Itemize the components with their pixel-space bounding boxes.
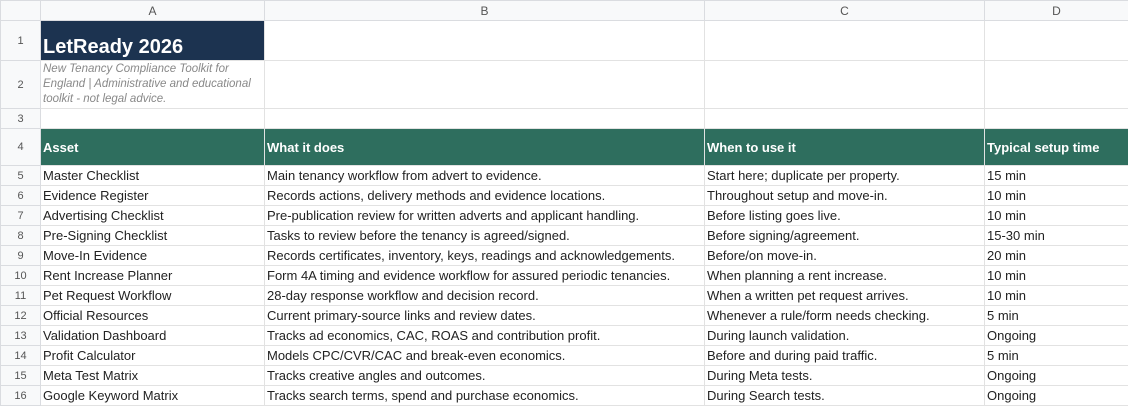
cell[interactable] [985,61,1128,109]
table-row: 5Master ChecklistMain tenancy workflow f… [1,166,1128,186]
description-cell[interactable]: Tasks to review before the tenancy is ag… [265,226,705,246]
asset-cell[interactable]: Advertising Checklist [41,206,265,226]
table-row: 7Advertising ChecklistPre-publication re… [1,206,1128,226]
table-row: 11Pet Request Workflow28-day response wo… [1,286,1128,306]
column-header-d[interactable]: D [985,1,1128,21]
table-row: 13Validation DashboardTracks ad economic… [1,326,1128,346]
row-header[interactable]: 7 [1,206,41,226]
usage-cell[interactable]: During Search tests. [705,386,985,406]
cell[interactable] [265,61,705,109]
table-row: 6Evidence RegisterRecords actions, deliv… [1,186,1128,206]
title-cell[interactable]: LetReady 2026 [41,21,265,61]
row-header[interactable]: 11 [1,286,41,306]
setup-time-cell[interactable]: Ongoing [985,386,1128,406]
usage-cell[interactable]: During Meta tests. [705,366,985,386]
usage-cell[interactable]: During launch validation. [705,326,985,346]
row-header[interactable]: 3 [1,109,41,129]
asset-cell[interactable]: Pre-Signing Checklist [41,226,265,246]
usage-cell[interactable]: Whenever a rule/form needs checking. [705,306,985,326]
description-cell[interactable]: 28-day response workflow and decision re… [265,286,705,306]
row-header[interactable]: 2 [1,61,41,109]
cell[interactable] [705,61,985,109]
row-header[interactable]: 6 [1,186,41,206]
usage-cell[interactable]: When planning a rent increase. [705,266,985,286]
description-cell[interactable]: Tracks creative angles and outcomes. [265,366,705,386]
cell[interactable] [41,109,265,129]
asset-cell[interactable]: Validation Dashboard [41,326,265,346]
table-row: 14Profit CalculatorModels CPC/CVR/CAC an… [1,346,1128,366]
usage-cell[interactable]: Start here; duplicate per property. [705,166,985,186]
setup-time-cell[interactable]: 10 min [985,286,1128,306]
table-row: 16Google Keyword MatrixTracks search ter… [1,386,1128,406]
row-header[interactable]: 13 [1,326,41,346]
asset-cell[interactable]: Move-In Evidence [41,246,265,266]
setup-time-cell[interactable]: 15-30 min [985,226,1128,246]
description-cell[interactable]: Form 4A timing and evidence workflow for… [265,266,705,286]
setup-time-cell[interactable]: Ongoing [985,326,1128,346]
usage-cell[interactable]: Before signing/agreement. [705,226,985,246]
table-row: 15Meta Test MatrixTracks creative angles… [1,366,1128,386]
row-header[interactable]: 10 [1,266,41,286]
row-header[interactable]: 14 [1,346,41,366]
cell[interactable] [985,21,1128,61]
usage-cell[interactable]: When a written pet request arrives. [705,286,985,306]
asset-cell[interactable]: Evidence Register [41,186,265,206]
description-cell[interactable]: Pre-publication review for written adver… [265,206,705,226]
row-header[interactable]: 1 [1,21,41,61]
table-row: 8Pre-Signing ChecklistTasks to review be… [1,226,1128,246]
row-header[interactable]: 8 [1,226,41,246]
description-cell[interactable]: Tracks ad economics, CAC, ROAS and contr… [265,326,705,346]
usage-cell[interactable]: Before listing goes live. [705,206,985,226]
description-cell[interactable]: Records actions, delivery methods and ev… [265,186,705,206]
select-all-corner[interactable] [1,1,41,21]
sheet-grid: A B C D 1 LetReady 2026 2 New Tenancy Co… [0,0,1128,406]
row-header[interactable]: 4 [1,129,41,166]
cell[interactable] [705,109,985,129]
asset-cell[interactable]: Rent Increase Planner [41,266,265,286]
usage-cell[interactable]: Before and during paid traffic. [705,346,985,366]
column-header-c[interactable]: C [705,1,985,21]
row-header[interactable]: 9 [1,246,41,266]
asset-cell[interactable]: Google Keyword Matrix [41,386,265,406]
setup-time-cell[interactable]: 5 min [985,346,1128,366]
column-header-a[interactable]: A [41,1,265,21]
spreadsheet: A B C D 1 LetReady 2026 2 New Tenancy Co… [0,0,1128,405]
setup-time-cell[interactable]: 10 min [985,186,1128,206]
header-cell-when-to-use[interactable]: When to use it [705,129,985,166]
row-header[interactable]: 16 [1,386,41,406]
description-cell[interactable]: Records certificates, inventory, keys, r… [265,246,705,266]
asset-cell[interactable]: Profit Calculator [41,346,265,366]
header-cell-what-it-does[interactable]: What it does [265,129,705,166]
usage-cell[interactable]: Before/on move-in. [705,246,985,266]
setup-time-cell[interactable]: 20 min [985,246,1128,266]
header-cell-setup-time[interactable]: Typical setup time [985,129,1128,166]
setup-time-cell[interactable]: 5 min [985,306,1128,326]
table-row: 10Rent Increase PlannerForm 4A timing an… [1,266,1128,286]
table-row: 9Move-In EvidenceRecords certificates, i… [1,246,1128,266]
cell[interactable] [265,21,705,61]
usage-cell[interactable]: Throughout setup and move-in. [705,186,985,206]
asset-cell[interactable]: Pet Request Workflow [41,286,265,306]
description-cell[interactable]: Tracks search terms, spend and purchase … [265,386,705,406]
setup-time-cell[interactable]: 10 min [985,266,1128,286]
cell[interactable] [265,109,705,129]
column-header-b[interactable]: B [265,1,705,21]
setup-time-cell[interactable]: 10 min [985,206,1128,226]
table-row: 12Official ResourcesCurrent primary-sour… [1,306,1128,326]
row-header[interactable]: 5 [1,166,41,186]
asset-cell[interactable]: Master Checklist [41,166,265,186]
asset-cell[interactable]: Meta Test Matrix [41,366,265,386]
setup-time-cell[interactable]: 15 min [985,166,1128,186]
setup-time-cell[interactable]: Ongoing [985,366,1128,386]
cell[interactable] [705,21,985,61]
subtitle-cell[interactable]: New Tenancy Compliance Toolkit for Engla… [41,61,265,109]
description-cell[interactable]: Main tenancy workflow from advert to evi… [265,166,705,186]
description-cell[interactable]: Current primary-source links and review … [265,306,705,326]
asset-cell[interactable]: Official Resources [41,306,265,326]
header-cell-asset[interactable]: Asset [41,129,265,166]
row-header[interactable]: 12 [1,306,41,326]
cell[interactable] [985,109,1128,129]
description-cell[interactable]: Models CPC/CVR/CAC and break-even econom… [265,346,705,366]
row-header[interactable]: 15 [1,366,41,386]
